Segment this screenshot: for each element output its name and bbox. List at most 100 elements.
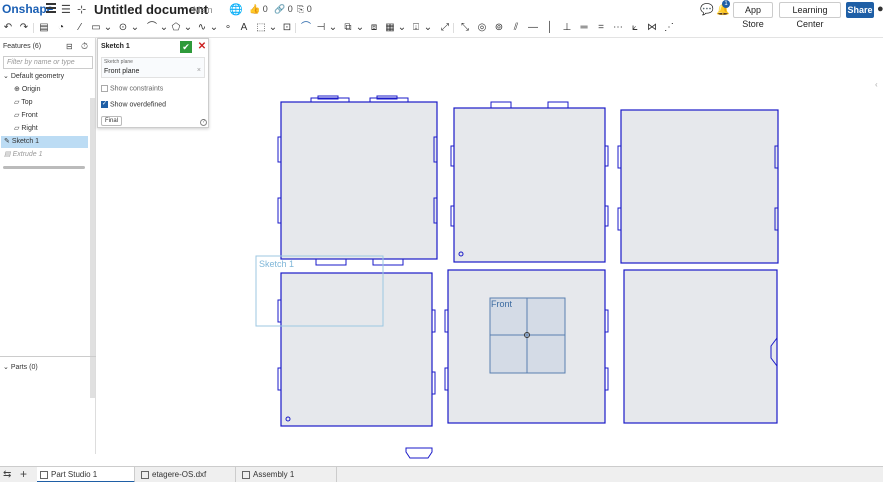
- arc-tool-icon[interactable]: ⌒: [146, 22, 158, 34]
- assembly-icon: [242, 471, 250, 479]
- undo-icon[interactable]: ↶: [2, 22, 14, 34]
- app-store-button[interactable]: App Store: [733, 2, 773, 29]
- horizontal-constraint-icon[interactable]: —: [527, 22, 539, 34]
- circle-tool-icon[interactable]: ⊙: [117, 22, 129, 34]
- show-overdefined-checkbox[interactable]: ✓ Show overdefined: [101, 101, 166, 108]
- branch-label[interactable]: Main: [193, 5, 213, 15]
- sketch-drawing[interactable]: [96, 38, 883, 464]
- sketch-panel[interactable]: [453, 107, 606, 263]
- spline-dropdown-icon[interactable]: ⌄: [208, 22, 220, 34]
- tab-assembly[interactable]: Assembly 1: [239, 467, 337, 482]
- polygon-dropdown-icon[interactable]: ⌄: [182, 22, 194, 34]
- transform-tool-icon[interactable]: ⬚: [255, 22, 267, 34]
- parallel-constraint-icon[interactable]: ⫽: [510, 22, 522, 34]
- coincident-constraint-icon[interactable]: ◎: [476, 22, 488, 34]
- fix-constraint-icon[interactable]: ⋰: [663, 22, 675, 34]
- link-counter[interactable]: 🔗 0: [274, 4, 293, 15]
- document-title[interactable]: Untitled document: [94, 2, 208, 17]
- menu-icon[interactable]: [46, 3, 56, 13]
- feature-panel: Features (6) ⊟ ⏱ Filter by name or type …: [0, 38, 96, 454]
- plane-icon: ▱: [14, 99, 20, 106]
- symmetric-constraint-icon[interactable]: ⋈: [646, 22, 658, 34]
- normal-constraint-icon[interactable]: ⟀: [629, 22, 641, 34]
- rectangle-tool-icon[interactable]: ▭: [90, 22, 102, 34]
- vertical-constraint-icon[interactable]: │: [544, 22, 556, 34]
- circle-dropdown-icon[interactable]: ⌄: [129, 22, 141, 34]
- tab-list-icon[interactable]: ⇆: [3, 469, 11, 480]
- rollback-icon[interactable]: ⊟: [66, 42, 73, 51]
- chat-icon[interactable]: 💬: [700, 3, 714, 16]
- trim-tool-icon[interactable]: ⊣: [315, 22, 327, 34]
- help-icon[interactable]: ?: [200, 119, 207, 126]
- checkbox-label: Show constraints: [110, 85, 164, 93]
- text-tool-icon[interactable]: A: [238, 22, 250, 34]
- accept-button[interactable]: ✔: [180, 41, 192, 53]
- construction-tool-icon[interactable]: ⊡: [281, 22, 293, 34]
- add-variable-icon[interactable]: ⊹: [77, 3, 86, 16]
- like-counter[interactable]: 👍 0: [249, 4, 268, 15]
- redo-icon[interactable]: ↷: [18, 22, 30, 34]
- feature-list-icon[interactable]: ☰: [61, 3, 71, 16]
- clear-icon[interactable]: ×: [197, 67, 201, 74]
- pattern-tool-icon[interactable]: ▦: [384, 22, 396, 34]
- graphics-canvas[interactable]: Sketch 1 Front ‹: [96, 38, 883, 464]
- midpoint-constraint-icon[interactable]: ⋯: [612, 22, 624, 34]
- tab-dxf[interactable]: etagere-OS.dxf: [138, 467, 236, 482]
- tree-item-label: Default geometry: [10, 73, 65, 80]
- sketch-mode-icon[interactable]: ⤢: [439, 22, 451, 34]
- tree-front-plane[interactable]: ▱ Front: [14, 110, 89, 122]
- feature-filter-input[interactable]: Filter by name or type: [3, 56, 93, 69]
- tangent-constraint-icon[interactable]: ═: [578, 22, 590, 34]
- cancel-button[interactable]: ✕: [196, 41, 208, 53]
- dimension-tool-icon[interactable]: ⤡: [459, 22, 471, 34]
- add-tab-icon[interactable]: +: [20, 467, 27, 481]
- perpendicular-constraint-icon[interactable]: ⊥: [561, 22, 573, 34]
- panel-divider[interactable]: [0, 356, 96, 357]
- spline-tool-icon[interactable]: ∿: [196, 22, 208, 34]
- tree-top-plane[interactable]: ▱ Top: [14, 97, 89, 109]
- point-tool-icon[interactable]: ∘: [222, 22, 234, 34]
- user-icon[interactable]: ●: [877, 3, 883, 15]
- show-constraints-checkbox[interactable]: Show constraints: [101, 85, 163, 92]
- checkbox-box: [101, 85, 108, 92]
- sketch-panel[interactable]: [280, 101, 438, 260]
- checkbox-label: Show overdefined: [110, 101, 167, 109]
- history-icon[interactable]: ⏱: [81, 41, 88, 52]
- configure-icon[interactable]: ◔: [55, 22, 67, 34]
- learning-center-button[interactable]: Learning Center: [779, 2, 841, 29]
- tree-right-plane[interactable]: ▱ Right: [14, 123, 89, 135]
- share-button[interactable]: Share: [846, 2, 874, 18]
- offset-dropdown-icon[interactable]: ⌄: [354, 22, 366, 34]
- arc-dropdown-icon[interactable]: ⌄: [158, 22, 170, 34]
- mirror-tool-icon[interactable]: ⧈: [368, 22, 380, 34]
- concentric-constraint-icon[interactable]: ⊚: [493, 22, 505, 34]
- panel-collapse-icon[interactable]: ‹: [875, 80, 878, 89]
- rectangle-dropdown-icon[interactable]: ⌄: [102, 22, 114, 34]
- trim-dropdown-icon[interactable]: ⌄: [327, 22, 339, 34]
- copy-counter[interactable]: ⎘ 0: [297, 4, 312, 15]
- tree-extrude-1[interactable]: ▤ Extrude 1: [4, 149, 89, 161]
- sketch-panel[interactable]: [280, 272, 433, 427]
- sketch-panel[interactable]: [623, 269, 778, 424]
- globe-icon[interactable]: 🌐: [229, 3, 243, 16]
- sketch-plane-field[interactable]: Sketch plane Front plane ×: [101, 57, 205, 78]
- final-button[interactable]: Final: [101, 116, 123, 126]
- tree-sketch-1[interactable]: ✎ Sketch 1: [1, 136, 88, 148]
- parts-header[interactable]: ⌄ Parts (0): [3, 362, 89, 374]
- import-dropdown-icon[interactable]: ⌄: [422, 22, 434, 34]
- clipboard-icon[interactable]: ▤: [38, 22, 50, 34]
- fillet-tool-icon[interactable]: ⌒: [300, 22, 312, 34]
- sketch-panel[interactable]: [620, 109, 779, 264]
- line-tool-icon[interactable]: ⁄: [74, 22, 86, 34]
- pattern-dropdown-icon[interactable]: ⌄: [396, 22, 408, 34]
- panel-resize-bar[interactable]: [90, 98, 95, 398]
- transform-dropdown-icon[interactable]: ⌄: [267, 22, 279, 34]
- import-tool-icon[interactable]: ⍗: [410, 22, 422, 34]
- offset-tool-icon[interactable]: ⧉: [342, 22, 354, 34]
- tree-origin[interactable]: ⊕ Origin: [14, 84, 89, 96]
- tab-part-studio[interactable]: Part Studio 1: [37, 467, 135, 482]
- feature-list-scrollbar[interactable]: [3, 166, 85, 169]
- tree-default-geometry[interactable]: ⌄ Default geometry: [3, 71, 89, 83]
- polygon-tool-icon[interactable]: ⬠: [170, 22, 182, 34]
- equal-constraint-icon[interactable]: =: [595, 22, 607, 34]
